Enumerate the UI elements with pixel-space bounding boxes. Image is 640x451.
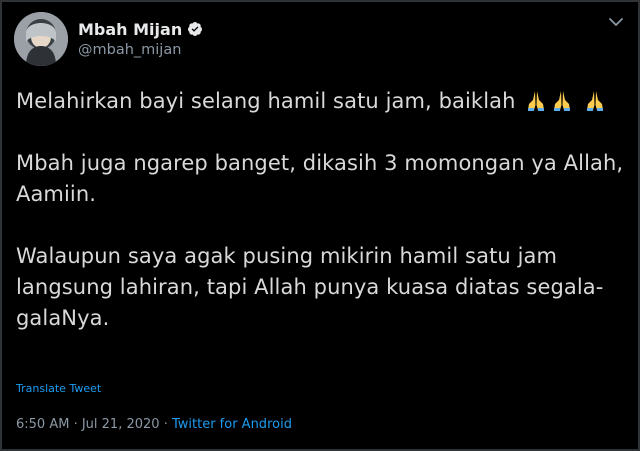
- display-name[interactable]: Mbah Mijan: [78, 20, 182, 39]
- meta-separator: ·: [69, 417, 82, 432]
- tweet-text: Melahirkan bayi selang hamil satu jam, b…: [16, 86, 626, 334]
- avatar[interactable]: [14, 12, 68, 66]
- avatar-image-icon: [14, 12, 68, 66]
- tweet-date[interactable]: Jul 21, 2020: [82, 417, 160, 432]
- tweet-paragraph: Melahirkan bayi selang hamil satu jam, b…: [16, 86, 626, 117]
- folded-hands-icon: [528, 91, 545, 111]
- handle[interactable]: @mbah_mijan: [78, 42, 203, 58]
- tweet-paragraph-text: Melahirkan bayi selang hamil satu jam, b…: [16, 89, 523, 113]
- meta-separator: ·: [159, 417, 172, 432]
- tweet-metadata: 6:50 AM · Jul 21, 2020 · Twitter for And…: [16, 417, 292, 432]
- chevron-down-icon[interactable]: [608, 16, 624, 28]
- verified-badge-icon: [188, 22, 203, 36]
- translate-tweet-link[interactable]: Translate Tweet: [16, 382, 101, 395]
- tweet-paragraph: Walaupun saya agak pusing mikirin hamil …: [16, 244, 604, 330]
- tweet-time[interactable]: 6:50 AM: [16, 417, 69, 432]
- tweet-card: Mbah Mijan @mbah_mijan Melahirkan bayi s…: [0, 0, 640, 451]
- tweet-header: Mbah Mijan @mbah_mijan: [14, 12, 630, 68]
- user-info: Mbah Mijan @mbah_mijan: [78, 18, 203, 58]
- folded-hands-icon: [587, 91, 604, 111]
- tweet-paragraph: Mbah juga ngarep banget, dikasih 3 momon…: [16, 151, 624, 206]
- folded-hands-icon: [554, 91, 571, 111]
- tweet-source-link[interactable]: Twitter for Android: [172, 417, 292, 432]
